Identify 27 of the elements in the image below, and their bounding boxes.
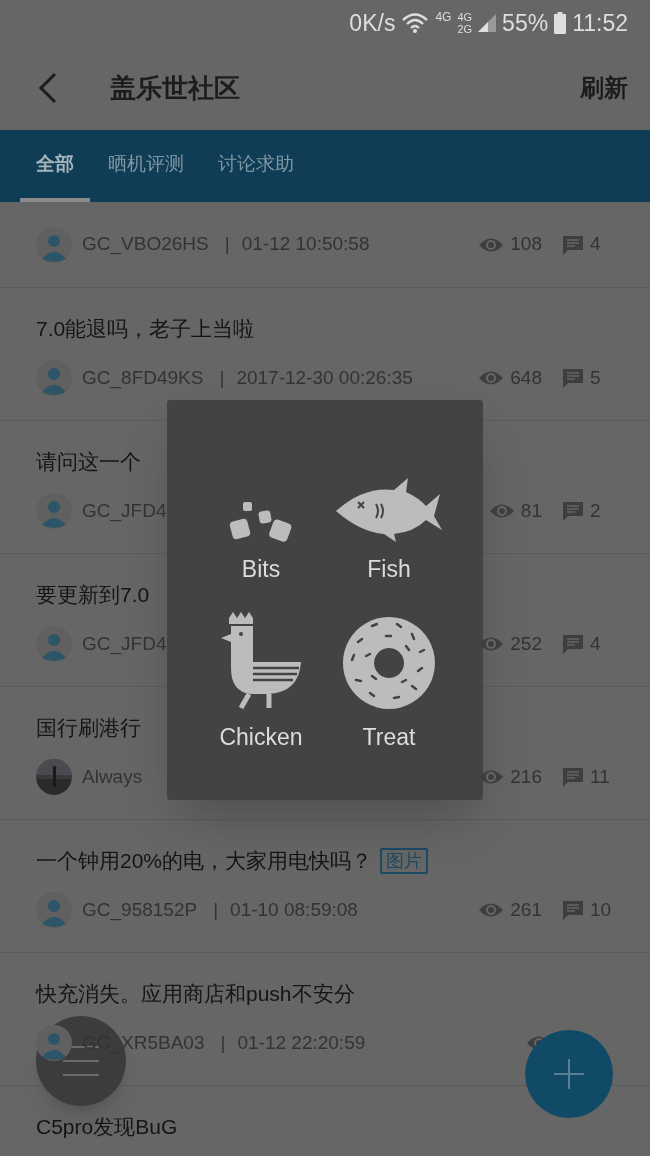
separator: | [219, 365, 225, 390]
post-title[interactable]: C5pro发现BuG [36, 1111, 178, 1143]
page-title: 盖乐世社区 [110, 71, 240, 105]
post-title[interactable]: 7.0能退吗，老子上当啦 [36, 313, 255, 345]
clock: 11:52 [572, 8, 628, 38]
image-tag: 图片 [380, 848, 429, 874]
post-title[interactable]: 一个钟用20%的电，大家用电快吗？ [36, 845, 373, 877]
tab[interactable]: 讨论求助 [202, 130, 310, 202]
network-label: 2G [457, 23, 473, 35]
treat-option[interactable]: Chicken [197, 596, 325, 764]
refresh-button[interactable]: 刷新 [580, 70, 628, 106]
separator: | [213, 897, 219, 922]
treat-option[interactable]: Fish [325, 460, 453, 596]
post-title[interactable]: 国行刷港行 [36, 712, 141, 744]
tab[interactable]: 全部 [20, 130, 90, 202]
network-speed: 0K/s [349, 8, 396, 38]
battery-percent: 55% [502, 8, 549, 38]
treat-option[interactable]: Bits [197, 460, 325, 596]
post-title[interactable]: 请问这一个 [36, 446, 141, 478]
tab[interactable]: 晒机评测 [92, 130, 200, 202]
post-title[interactable]: 要更新到7.0 [36, 579, 150, 611]
separator: | [220, 1030, 226, 1055]
post-title[interactable]: 快充消失。应用商店和push不安分 [36, 978, 355, 1010]
treat-option[interactable]: Treat [325, 596, 453, 764]
network-label: 4G [435, 9, 452, 26]
separator: | [224, 232, 230, 257]
network-label: 4G [457, 11, 473, 23]
